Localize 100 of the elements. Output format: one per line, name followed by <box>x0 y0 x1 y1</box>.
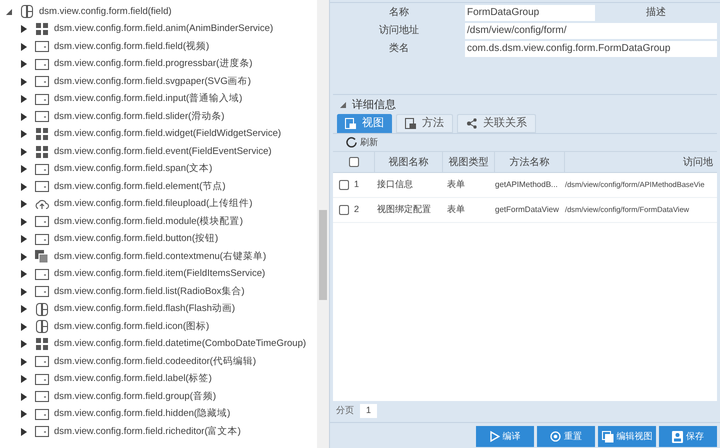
tree-item-label: dsm.view.config.form.field.fileupload(上传组件) <box>54 197 252 212</box>
tree-item[interactable]: dsm.view.config.form.field.field(视频) <box>0 38 317 56</box>
tree-item[interactable]: dsm.view.config.form.field.progressbar(进度条) <box>0 56 317 73</box>
input-box-icon <box>34 216 48 228</box>
input-box-icon <box>34 268 48 280</box>
tab[interactable]: 方法 <box>396 114 453 133</box>
tree-item-label: dsm.view.config.form.field.field(视频) <box>54 40 210 54</box>
expand-caret-icon[interactable] <box>21 428 29 436</box>
input-box-icon <box>34 164 48 175</box>
expand-caret-icon[interactable] <box>21 130 29 138</box>
input-box-icon <box>34 408 48 420</box>
tree-item-label: dsm.view.config.form.field.button(按钮) <box>54 232 218 246</box>
input-box-icon <box>34 76 48 88</box>
tree-item[interactable]: dsm.view.config.form.field.slider(滑动条) <box>0 108 317 126</box>
tree-item[interactable]: dsm.view.config.form.field.input(普通输入域) <box>0 90 317 108</box>
expand-caret-icon[interactable] <box>21 112 29 121</box>
action-button[interactable]: 保存 <box>659 426 717 447</box>
expand-caret-icon[interactable] <box>21 235 29 244</box>
collapse-caret-icon[interactable] <box>340 102 346 108</box>
component-icon <box>36 320 48 334</box>
expand-caret-icon[interactable] <box>21 340 29 348</box>
action-button[interactable]: 编译 <box>476 426 534 447</box>
action-button[interactable]: 编辑视图 <box>598 426 656 447</box>
tree-item[interactable]: dsm.view.config.form.field.button(按钮) <box>0 230 317 248</box>
expand-caret-icon[interactable] <box>21 200 29 208</box>
address-field[interactable]: /dsm/view/config/form/ <box>465 22 717 38</box>
tab[interactable]: 关联关系 <box>457 114 536 133</box>
grid-icon <box>36 23 48 36</box>
expand-caret-icon[interactable] <box>21 42 29 51</box>
class-name-field[interactable]: com.ds.dsm.view.config.form.FormDataGroup <box>465 40 717 56</box>
expand-caret-icon[interactable] <box>21 60 29 68</box>
row-checkbox[interactable] <box>339 205 349 215</box>
tree-item-label: dsm.view.config.form.field.flash(Flash动画) <box>54 302 236 316</box>
tree-item-label: dsm.view.config.form.field.contextmenu(右键菜单) <box>54 250 266 264</box>
refresh-icon <box>346 137 357 148</box>
expand-caret-icon[interactable] <box>21 288 29 296</box>
expand-caret-icon[interactable] <box>21 375 29 384</box>
tree-item[interactable]: dsm.view.config.form.field.item(FieldItemsService) <box>0 266 317 283</box>
field-label: 名称 <box>388 6 410 20</box>
tree-item-label: dsm.view.config.form.field.element(节点) <box>54 180 226 194</box>
table-cell-text: 视图绑定配置 <box>376 203 432 216</box>
tree-item-label: dsm.view.config.form.field.span(文本) <box>54 162 212 176</box>
expand-caret-icon[interactable] <box>21 410 29 418</box>
section-title: 详细信息 <box>352 98 396 113</box>
tree-item-label: dsm.view.config.form.field.progressbar(进度条) <box>54 57 252 72</box>
tree-item[interactable]: dsm.view.config.form.field.datetime(ComboDateTimeGroup) <box>0 336 317 353</box>
tree-item[interactable]: dsm.view.config.form.field.span(文本) <box>0 160 317 178</box>
row-checkbox[interactable] <box>339 180 349 190</box>
tree-item-label: dsm.view.config.form.field.datetime(ComboDateTimeGroup) <box>54 337 306 352</box>
row-number: 2 <box>354 203 360 216</box>
field-label: 类名 <box>388 42 410 56</box>
tree-item[interactable]: dsm.view.config.form.field.element(节点) <box>0 178 317 196</box>
input-box-icon <box>34 374 48 385</box>
tree-item[interactable]: dsm.view.config.form.field.fileupload(上传组件) <box>0 196 317 213</box>
tree-item[interactable]: dsm.view.config.form.field.label(标签) <box>0 370 317 388</box>
expand-caret-icon[interactable] <box>21 305 29 314</box>
tree-item[interactable]: dsm.view.config.form.field.widget(FieldWidgetService) <box>0 126 317 143</box>
scrollbar-thumb[interactable] <box>319 210 327 300</box>
collapse-caret-icon[interactable] <box>6 8 14 16</box>
tree-item-label: dsm.view.config.form.field(field) <box>39 4 172 19</box>
grid-icon <box>36 338 48 350</box>
expand-caret-icon[interactable] <box>21 392 29 401</box>
scrollbar[interactable] <box>317 0 329 448</box>
expand-caret-icon[interactable] <box>21 270 29 278</box>
expand-caret-icon[interactable] <box>21 218 29 226</box>
tree-item[interactable]: dsm.view.config.form.field.richeditor(富文本) <box>0 423 317 440</box>
expand-caret-icon[interactable] <box>21 165 29 174</box>
tree-item[interactable]: dsm.view.config.form.field.contextmenu(右键菜单) <box>0 248 317 266</box>
tree-item[interactable]: dsm.view.config.form.field.group(音频) <box>0 388 317 406</box>
action-button[interactable]: 重置 <box>537 426 595 447</box>
tree-item[interactable]: dsm.view.config.form.field.flash(Flash动画) <box>0 300 317 318</box>
field-label: 描述 <box>645 6 667 20</box>
tree-item[interactable]: dsm.view.config.form.field.module(模块配置) <box>0 213 317 230</box>
tree-item[interactable]: dsm.view.config.form.field.hidden(隐藏域) <box>0 406 317 423</box>
tree-item[interactable]: dsm.view.config.form.field.icon(图标) <box>0 318 317 336</box>
expand-caret-icon[interactable] <box>21 182 29 191</box>
tree-item[interactable]: dsm.view.config.form.field.list(RadioBox集合) <box>0 283 317 300</box>
component-icon <box>20 5 32 18</box>
tree-item-label: dsm.view.config.form.field.svgpaper(SVG画布) <box>54 74 251 89</box>
tree-item[interactable]: dsm.view.config.form.field(field) <box>0 3 317 20</box>
expand-caret-icon[interactable] <box>21 95 29 104</box>
tree-item[interactable]: dsm.view.config.form.field.svgpaper(SVG画布) <box>0 73 317 90</box>
tree-item[interactable]: dsm.view.config.form.field.event(FieldEventService) <box>0 143 317 160</box>
expand-caret-icon[interactable] <box>21 25 29 34</box>
page-number[interactable]: 1 <box>360 404 378 418</box>
tree-item-label: dsm.view.config.form.field.event(FieldEventService) <box>54 144 272 159</box>
tree-item[interactable]: dsm.view.config.form.field.anim(AnimBinderService) <box>0 20 317 38</box>
expand-caret-icon[interactable] <box>21 322 29 331</box>
expand-caret-icon[interactable] <box>21 78 29 86</box>
expand-caret-icon[interactable] <box>21 252 29 261</box>
refresh-button[interactable]: 刷新 <box>333 134 378 151</box>
expand-caret-icon[interactable] <box>21 148 29 156</box>
input-box-icon <box>34 181 48 192</box>
select-all-checkbox[interactable] <box>348 157 358 167</box>
tree-item-label: dsm.view.config.form.field.codeeditor(代码编辑) <box>54 354 256 369</box>
tree-item-label: dsm.view.config.form.field.label(标签) <box>54 372 212 386</box>
input-box-icon <box>34 41 48 52</box>
tree-item[interactable]: dsm.view.config.form.field.codeeditor(代码编辑) <box>0 353 317 370</box>
expand-caret-icon[interactable] <box>21 358 29 366</box>
name-field[interactable]: FormDataGroup <box>465 4 595 20</box>
